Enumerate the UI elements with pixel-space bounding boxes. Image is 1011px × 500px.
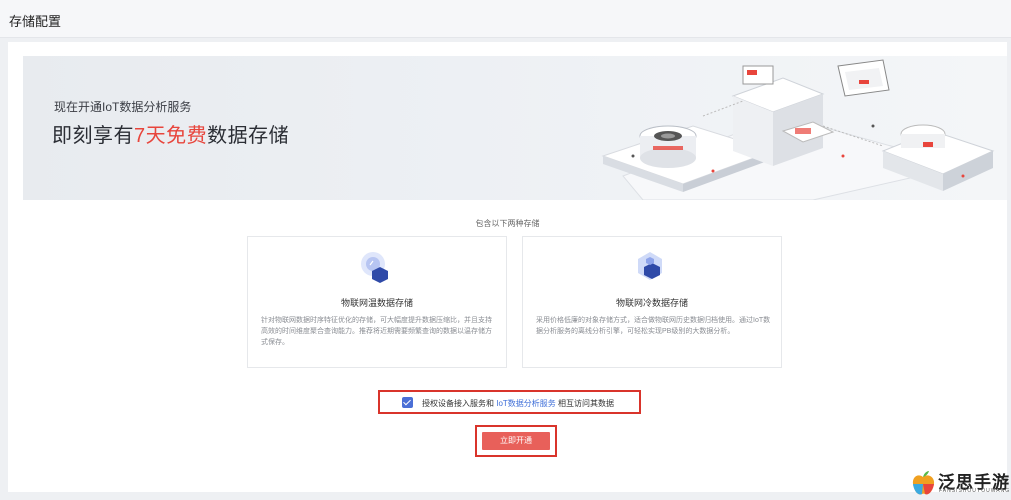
banner-headline: 即刻享有7天免费数据存储 — [52, 119, 289, 148]
warm-storage-title: 物联网温数据存储 — [340, 298, 413, 308]
open-now-button[interactable]: 立即开通 — [482, 432, 550, 450]
page-title: 存储配置 — [9, 14, 62, 29]
agreement-text-before: 授权设备接入服务和 — [422, 399, 494, 408]
headline-after: 数据存储 — [207, 125, 290, 147]
cold-storage-title: 物联网冷数据存储 — [615, 298, 688, 308]
agreement-text-after: 相互访问其数据 — [558, 399, 615, 408]
cold-storage-icon — [638, 252, 662, 280]
top-bar: 存储配置 — [0, 0, 1011, 38]
watermark: 泛思手游网 FANSISHOUYOUWANG — [900, 466, 1011, 500]
open-button-highlight: 立即开通 — [475, 425, 557, 457]
cold-storage-card: 物联网冷数据存储 采用价格低廉的对象存储方式，适合做物联网历史数据归档使用。通过… — [522, 236, 782, 368]
warm-storage-description: 针对物联网数据时序特征优化的存储，可大幅度提升数据压缩比，并且支持高效的时间维度… — [261, 317, 492, 346]
banner-subtitle: 现在开通IoT数据分析服务 — [54, 100, 192, 114]
isometric-city-illustration — [601, 59, 995, 200]
headline-highlight: 7天免费 — [134, 125, 208, 147]
promo-banner: 现在开通IoT数据分析服务 即刻享有7天免费数据存储 — [23, 56, 1007, 200]
warm-storage-card: 物联网温数据存储 针对物联网数据时序特征优化的存储，可大幅度提升数据压缩比，并且… — [247, 236, 507, 368]
authorization-agreement: 授权设备接入服务和 IoT数据分析服务 相互访问其数据 — [378, 390, 641, 414]
headline-before: 即刻享有 — [52, 125, 134, 147]
iot-analytics-link[interactable]: IoT数据分析服务 — [496, 399, 556, 408]
content-card: 现在开通IoT数据分析服务 即刻享有7天免费数据存储 包含以下两种存储 物联网温… — [8, 42, 1007, 492]
watermark-subtitle: FANSISHOUYOUWANG — [939, 488, 1011, 494]
cold-storage-description: 采用价格低廉的对象存储方式，适合做物联网历史数据归档使用。通过IoT数据分析服务… — [536, 317, 771, 335]
agreement-text: 授权设备接入服务和 IoT数据分析服务 相互访问其数据 — [422, 398, 614, 409]
apple-logo-icon — [912, 471, 935, 495]
authorization-checkbox[interactable] — [402, 397, 413, 408]
warm-storage-icon — [361, 252, 388, 283]
section-label: 包含以下两种存储 — [475, 219, 540, 228]
